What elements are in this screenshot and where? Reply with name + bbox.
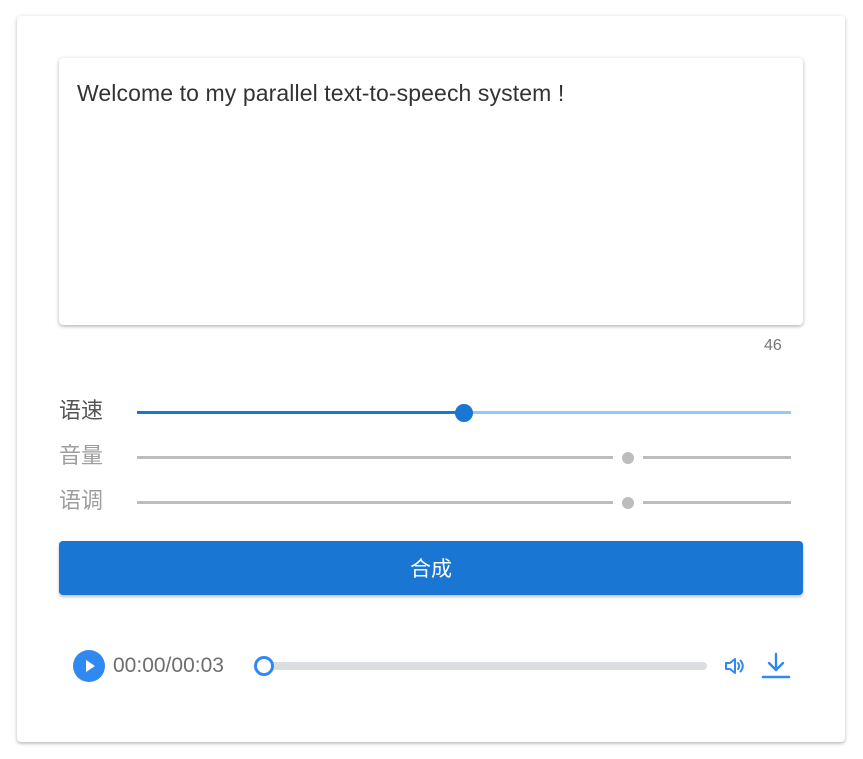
- progress-bar[interactable]: [254, 656, 707, 676]
- time-display: 00:00/00:03: [113, 654, 224, 677]
- pitch-slider-left: [137, 501, 613, 504]
- speed-slider-row: 语速: [59, 397, 803, 427]
- audio-player: 00:00/00:03: [73, 650, 793, 682]
- download-icon[interactable]: [761, 652, 791, 680]
- speed-label: 语速: [59, 399, 104, 424]
- speed-slider-rest: [464, 411, 791, 414]
- text-input-box[interactable]: Welcome to my parallel text-to-speech sy…: [59, 58, 803, 325]
- play-icon: [86, 660, 95, 672]
- pitch-label: 语调: [59, 489, 104, 514]
- volume-slider-row: 音量: [59, 442, 803, 472]
- char-counter: 46: [764, 337, 782, 354]
- volume-slider-thumb: [621, 452, 634, 464]
- volume-label: 音量: [59, 444, 104, 469]
- progress-knob[interactable]: [254, 656, 274, 676]
- play-button[interactable]: [73, 650, 105, 682]
- speed-slider-thumb[interactable]: [455, 404, 473, 422]
- volume-slider: [137, 452, 791, 464]
- volume-slider-left: [137, 456, 613, 459]
- pitch-slider-thumb: [621, 497, 634, 509]
- speed-slider[interactable]: [137, 404, 791, 422]
- text-input[interactable]: Welcome to my parallel text-to-speech sy…: [77, 80, 785, 107]
- speed-slider-fill: [137, 411, 464, 414]
- pitch-slider: [137, 497, 791, 509]
- pitch-slider-right: [642, 501, 791, 504]
- tts-card: Welcome to my parallel text-to-speech sy…: [17, 16, 845, 742]
- volume-slider-right: [642, 456, 791, 459]
- volume-icon[interactable]: [723, 654, 747, 678]
- synthesize-button[interactable]: 合成: [59, 541, 803, 595]
- pitch-slider-row: 语调: [59, 487, 803, 517]
